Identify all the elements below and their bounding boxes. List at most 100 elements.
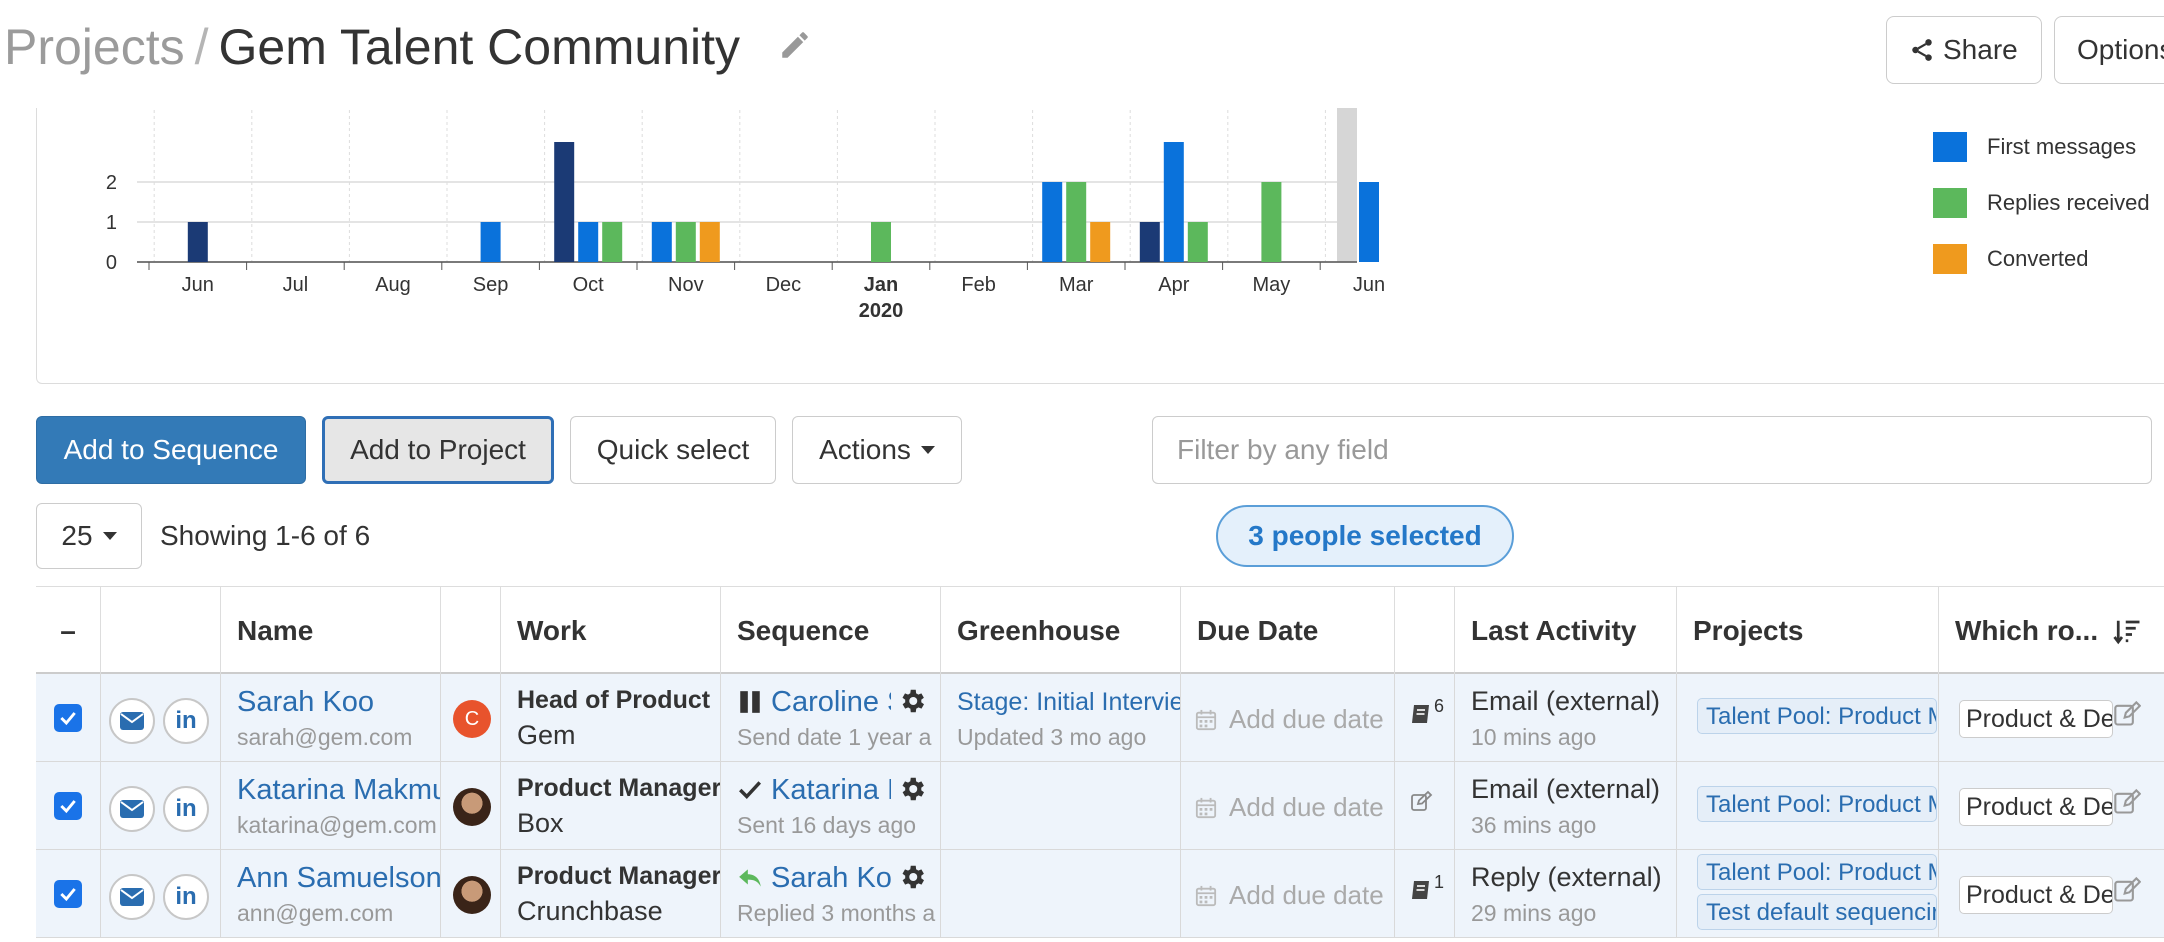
row-checkbox[interactable] bbox=[54, 704, 82, 732]
filter-input[interactable] bbox=[1152, 416, 2152, 484]
edit-icon[interactable] bbox=[2113, 700, 2141, 728]
actions-label: Actions bbox=[819, 434, 911, 465]
which-cell: Product & De bbox=[1938, 850, 2164, 938]
column-header-greenhouse[interactable]: Greenhouse bbox=[940, 587, 1180, 675]
legend-label: Converted bbox=[1987, 246, 2089, 271]
which-role-tag[interactable]: Product & De bbox=[1959, 876, 2113, 914]
chart-bar bbox=[675, 222, 696, 262]
notes-button[interactable] bbox=[1409, 790, 1433, 814]
sequence-name-link[interactable]: Katarina M bbox=[771, 774, 891, 807]
project-tag[interactable]: Talent Pool: Product M bbox=[1697, 854, 1937, 890]
add-to-sequence-button[interactable]: Add to Sequence bbox=[36, 416, 306, 484]
chart-bar bbox=[1187, 222, 1208, 262]
candidate-name-link[interactable]: Ann Samuelson bbox=[237, 862, 440, 895]
which-role-tag[interactable]: Product & De bbox=[1959, 700, 2113, 738]
sequence-name-link[interactable]: Caroline S bbox=[771, 686, 891, 719]
note-icon[interactable] bbox=[1409, 702, 1433, 726]
reply-icon bbox=[739, 869, 761, 887]
row-checkbox[interactable] bbox=[54, 792, 82, 820]
linkedin-icon[interactable]: in bbox=[163, 786, 209, 832]
table-row[interactable]: in Sarah Koo sarah@gem.com C Head of Product… bbox=[36, 674, 2164, 762]
column-header-projects[interactable]: Projects bbox=[1676, 587, 1938, 675]
column-header-due-date[interactable]: Due Date bbox=[1180, 587, 1394, 675]
table-row[interactable]: in Katarina Makmu katarina@gem.com Product … bbox=[36, 762, 2164, 850]
work-cell: Product Manager Crunchbase bbox=[500, 850, 720, 938]
chart-bar bbox=[1090, 222, 1111, 262]
add-note-icon[interactable] bbox=[1409, 790, 1433, 814]
selected-count-pill[interactable]: 3 people selected bbox=[1216, 505, 1514, 567]
work-company: Crunchbase bbox=[517, 896, 663, 926]
column-header-work[interactable]: Work bbox=[500, 587, 720, 675]
actions-dropdown-button[interactable]: Actions bbox=[792, 416, 962, 484]
options-button[interactable]: Options bbox=[2054, 16, 2164, 84]
sequence-status: Replied 3 months a bbox=[737, 900, 936, 926]
share-button[interactable]: Share bbox=[1886, 16, 2042, 84]
gear-icon[interactable] bbox=[897, 862, 927, 892]
sequence-cell: Sarah Koo Replied 3 months a bbox=[720, 850, 940, 938]
email-icon[interactable] bbox=[109, 786, 155, 832]
candidate-email: sarah@gem.com bbox=[237, 724, 413, 750]
page: 0 1 2 Jun Jul Aug Sep Oct Nov Dec Jan 2020 Feb Mar Apr… bbox=[0, 0, 2164, 942]
linkedin-icon[interactable]: in bbox=[163, 698, 209, 744]
linkedin-icon[interactable]: in bbox=[163, 874, 209, 920]
per-page-dropdown[interactable]: 25 bbox=[36, 503, 142, 569]
project-tag[interactable]: Talent Pool: Product M bbox=[1697, 698, 1937, 734]
email-icon[interactable] bbox=[109, 698, 155, 744]
last-activity-type: Email (external) bbox=[1471, 686, 1661, 716]
page-title: Gem Talent Community bbox=[218, 19, 741, 75]
notes-button[interactable]: 6 bbox=[1409, 696, 1444, 726]
email-icon[interactable] bbox=[109, 874, 155, 920]
note-icon[interactable] bbox=[1409, 878, 1433, 902]
gear-icon[interactable] bbox=[897, 774, 927, 804]
candidate-name-link[interactable]: Katarina Makmu bbox=[237, 774, 440, 807]
chart-bar bbox=[871, 222, 891, 262]
last-activity-time: 29 mins ago bbox=[1471, 900, 1597, 926]
quick-select-button[interactable]: Quick select bbox=[570, 416, 776, 484]
breadcrumb-projects-link[interactable]: Projects bbox=[4, 19, 185, 75]
pause-icon bbox=[740, 691, 760, 713]
project-tag[interactable]: Talent Pool: Product M bbox=[1697, 786, 1937, 822]
breadcrumb-separator: / bbox=[194, 19, 209, 75]
check-icon bbox=[60, 888, 76, 902]
column-header-which[interactable]: Which ro... bbox=[1938, 587, 2108, 675]
add-to-project-button[interactable]: Add to Project bbox=[322, 416, 554, 484]
sort-icon[interactable] bbox=[2112, 617, 2142, 647]
table-row[interactable]: in Ann Samuelson ann@gem.com Product Manage… bbox=[36, 850, 2164, 938]
row-checkbox[interactable] bbox=[54, 880, 82, 908]
gear-icon[interactable] bbox=[897, 686, 927, 716]
name-cell: Sarah Koo sarah@gem.com bbox=[220, 674, 440, 762]
edit-icon[interactable] bbox=[2113, 876, 2141, 904]
chart-bar bbox=[1139, 222, 1160, 262]
project-tag[interactable]: Test default sequencir bbox=[1697, 894, 1937, 930]
calendar-icon bbox=[1195, 709, 1217, 730]
x-tick-label: Jul bbox=[283, 274, 309, 296]
chart-bar bbox=[1066, 182, 1087, 262]
greenhouse-stage-link[interactable]: Stage: Initial Intervie bbox=[957, 688, 1180, 717]
x-tick-label: May bbox=[1253, 274, 1291, 296]
candidate-email: ann@gem.com bbox=[237, 900, 394, 926]
add-due-date-button[interactable]: Add due date bbox=[1195, 704, 1384, 735]
note-count: 1 bbox=[1434, 872, 1445, 892]
projects-cell: Talent Pool: Product M bbox=[1676, 762, 1938, 850]
which-cell: Product & De bbox=[1938, 674, 2164, 762]
column-header-name[interactable]: Name bbox=[220, 587, 440, 675]
chart-bar bbox=[578, 222, 599, 262]
y-tick-label: 0 bbox=[106, 252, 117, 274]
envelope-icon bbox=[120, 888, 144, 906]
notes-button[interactable]: 1 bbox=[1409, 872, 1444, 902]
candidate-name-link[interactable]: Sarah Koo bbox=[237, 686, 374, 719]
x-tick-label: Feb bbox=[961, 274, 995, 296]
name-cell: Katarina Makmu katarina@gem.com bbox=[220, 762, 440, 850]
which-role-tag[interactable]: Product & De bbox=[1959, 788, 2113, 826]
column-header-sequence[interactable]: Sequence bbox=[720, 587, 940, 675]
sequence-status: Sent 16 days ago bbox=[737, 812, 917, 838]
add-due-date-button[interactable]: Add due date bbox=[1195, 792, 1384, 823]
column-header-last-activity[interactable]: Last Activity bbox=[1454, 587, 1676, 675]
edit-icon[interactable] bbox=[2113, 788, 2141, 816]
sequence-name-link[interactable]: Sarah Koo bbox=[771, 862, 891, 895]
edit-title-pencil-icon[interactable] bbox=[778, 28, 812, 62]
select-all-toggle[interactable]: – bbox=[36, 587, 100, 675]
add-due-date-button[interactable]: Add due date bbox=[1195, 880, 1384, 911]
x-tick-label: Jun bbox=[182, 274, 214, 296]
chart-bar bbox=[1359, 182, 1379, 262]
